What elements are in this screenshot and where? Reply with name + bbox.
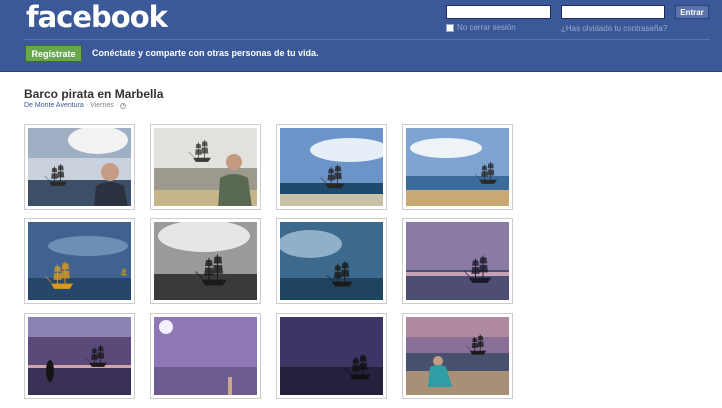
photo-thumbnail[interactable] [402, 313, 513, 399]
photo-image [406, 128, 509, 206]
photo-thumbnail[interactable] [276, 313, 387, 399]
top-header: facebook Entrar No cerrar sesión ¿Has ol… [0, 0, 722, 72]
photo-image [154, 128, 257, 206]
photo-image [28, 128, 131, 206]
photo-thumbnail[interactable] [24, 313, 135, 399]
photo-image [28, 222, 131, 300]
remember-label: No cerrar sesión [457, 23, 516, 32]
photo-image [154, 317, 257, 395]
photo-image [406, 222, 509, 300]
meta-separator: · [85, 102, 89, 109]
photo-thumbnail[interactable] [402, 124, 513, 210]
photo-thumbnail[interactable] [150, 124, 261, 210]
photo-image [280, 128, 383, 206]
signup-button[interactable]: Regístrate [25, 45, 82, 62]
photo-thumbnail[interactable] [150, 313, 261, 399]
photo-thumbnail[interactable] [150, 218, 261, 304]
password-field[interactable] [561, 5, 665, 19]
email-field[interactable] [446, 5, 551, 19]
header-divider [24, 39, 710, 40]
tagline: Conéctate y comparte con otras personas … [92, 48, 319, 58]
photo-image [280, 222, 383, 300]
photo-image [280, 317, 383, 395]
album-title: Barco pirata en Marbella [24, 87, 164, 101]
clock-icon [120, 102, 127, 109]
remember-me[interactable]: No cerrar sesión [446, 23, 516, 32]
photo-thumbnail[interactable] [24, 218, 135, 304]
login-button[interactable]: Entrar [675, 5, 709, 19]
photo-image [154, 222, 257, 300]
photo-thumbnail[interactable] [24, 124, 135, 210]
album-meta: De Monte Aventura · Viernes · [24, 102, 127, 109]
facebook-logo[interactable]: facebook [26, 0, 168, 34]
forgot-password-link[interactable]: ¿Has olvidado tu contraseña? [561, 24, 667, 33]
photo-thumbnail[interactable] [276, 218, 387, 304]
album-author-link[interactable]: De Monte Aventura [24, 102, 84, 109]
photo-thumbnail[interactable] [276, 124, 387, 210]
album-date: Viernes [90, 102, 114, 109]
photo-image [28, 317, 131, 395]
photo-thumbnail[interactable] [402, 218, 513, 304]
photo-image [406, 317, 509, 395]
meta-separator: · [115, 102, 119, 109]
remember-checkbox[interactable] [446, 23, 454, 32]
